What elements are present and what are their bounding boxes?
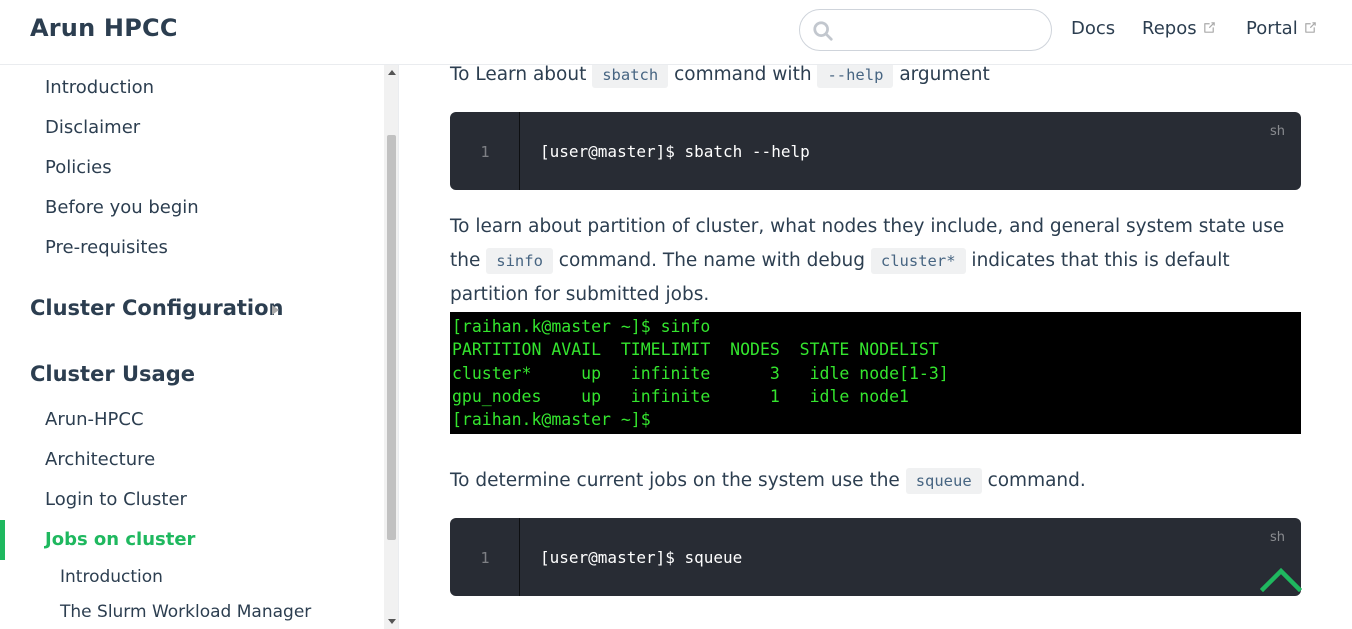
inline-code-squeue: squeue [905,468,982,494]
inline-code-cluster: cluster* [870,248,966,274]
terminal-screenshot-sinfo: [raihan.k@master ~]$ sinfo PARTITION AVA… [450,312,1301,434]
sidebar-item-arun-hpcc[interactable]: Arun-HPCC [45,409,144,430]
code-line: [user@master]$ squeue [540,548,743,567]
sidebar-subitem-introduction[interactable]: Introduction [60,567,163,587]
inline-code-help: --help [817,62,894,88]
nav-link-docs-label: Docs [1071,18,1116,39]
search-input[interactable] [840,16,1040,44]
search-box[interactable] [799,9,1052,51]
text: command. The name with debug [552,250,871,271]
sidebar-group-cluster-configuration[interactable]: Cluster Configuration [30,296,284,320]
nav-link-portal-label: Portal [1246,18,1298,39]
external-link-icon [1203,21,1215,33]
sidebar-item-introduction[interactable]: Introduction [45,77,154,98]
sidebar-group-cluster-usage[interactable]: Cluster Usage [30,362,195,386]
terminal-line: [raihan.k@master ~]$ sinfo [452,317,711,336]
nav-link-repos-label: Repos [1142,18,1197,39]
code-block-sbatch: 1 [user@master]$ sbatch --help sh [450,112,1301,190]
line-number: 1 [480,143,490,161]
scroll-up-arrow-icon[interactable] [388,70,396,75]
search-icon [813,21,833,41]
sidebar-subitem-slurm-workload-manager[interactable]: The Slurm Workload Manager [60,602,311,622]
terminal-line: PARTITION AVAIL TIMELIMIT NODES STATE NO… [452,340,939,360]
text: command with [668,64,818,85]
sidebar-item-policies[interactable]: Policies [45,157,112,178]
terminal-line: cluster* up infinite 3 idle node[1-3] [452,363,949,383]
sidebar-item-before-you-begin[interactable]: Before you begin [45,197,199,218]
sidebar-item-pre-requisites[interactable]: Pre-requisites [45,237,168,258]
text: argument [893,64,990,85]
sidebar-item-architecture[interactable]: Architecture [45,449,155,470]
inline-code-sbatch: sbatch [592,62,669,88]
sidebar-item-login-to-cluster[interactable]: Login to Cluster [45,489,187,510]
text: To Learn about [450,64,593,85]
chevron-right-icon [272,305,279,315]
text: command. [981,470,1086,491]
paragraph-squeue: To determine current jobs on the system … [450,464,1310,498]
nav-link-portal[interactable]: Portal [1246,18,1318,39]
external-link-icon [1304,21,1316,33]
sidebar: Introduction Disclaimer Policies Before … [0,65,399,629]
sidebar-scrollbar[interactable] [384,65,398,629]
terminal-line: [raihan.k@master ~]$ [452,410,651,430]
paragraph-sinfo: To learn about partition of cluster, wha… [450,210,1310,312]
code-language-label: sh [1269,124,1285,139]
sidebar-item-disclaimer[interactable]: Disclaimer [45,117,140,138]
terminal-line: gpu_nodes up infinite 1 idle node1 [452,386,909,406]
scroll-down-arrow-icon[interactable] [388,619,396,624]
code-language-label: sh [1269,530,1285,545]
site-name-link[interactable]: Arun HPCC [30,14,178,42]
sidebar-item-jobs-on-cluster[interactable]: Jobs on cluster [45,529,195,550]
code-line: [user@master]$ sbatch --help [540,142,810,161]
scrollbar-thumb[interactable] [387,135,396,540]
nav-link-docs[interactable]: Docs [1071,18,1115,39]
chevron-up-icon[interactable] [1260,566,1302,592]
code-block-squeue: 1 [user@master]$ squeue sh [450,518,1301,596]
text: To determine current jobs on the system … [450,470,906,491]
line-number: 1 [480,549,490,567]
nav-link-repos[interactable]: Repos [1142,18,1217,39]
navbar: Arun HPCC Docs Repos Portal [0,0,1352,65]
inline-code-sinfo: sinfo [486,248,553,274]
active-indicator [0,520,5,560]
